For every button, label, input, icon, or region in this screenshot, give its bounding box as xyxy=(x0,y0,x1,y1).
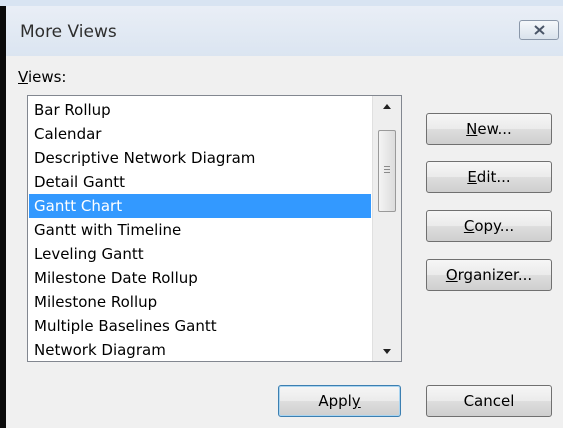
apply-button-mnemonic: y xyxy=(351,392,361,410)
list-item[interactable]: Leveling Gantt xyxy=(29,242,371,266)
copy-button[interactable]: Copy... xyxy=(426,210,552,242)
copy-button-label: opy... xyxy=(474,217,515,235)
list-item[interactable]: Milestone Date Rollup xyxy=(29,266,371,290)
edit-button[interactable]: Edit... xyxy=(426,161,552,193)
list-item[interactable]: Milestone Rollup xyxy=(29,290,371,314)
views-list[interactable]: Bar Rollup Calendar Descriptive Network Di… xyxy=(29,98,371,361)
views-listbox[interactable]: Bar Rollup Calendar Descriptive Network Di… xyxy=(27,95,402,362)
more-views-dialog: More Views Views: Bar Rollup Calendar Desc… xyxy=(6,6,563,428)
thumb-grip-line xyxy=(384,172,390,173)
list-item[interactable]: Calendar xyxy=(29,122,371,146)
close-button[interactable] xyxy=(519,20,559,40)
edit-button-mnemonic: E xyxy=(467,168,477,186)
apply-button-label: Appl xyxy=(318,392,352,410)
thumb-grip-line xyxy=(384,169,390,170)
list-item[interactable]: Network Diagram xyxy=(29,338,371,361)
title-bar[interactable]: More Views xyxy=(6,6,563,56)
arrow-up-icon xyxy=(383,104,391,109)
edit-button-label: dit... xyxy=(476,168,511,186)
new-button[interactable]: New... xyxy=(426,113,552,145)
scroll-down-button[interactable] xyxy=(373,341,401,361)
organizer-button[interactable]: Organizer... xyxy=(426,259,552,291)
list-item[interactable]: Multiple Baselines Gantt xyxy=(29,314,371,338)
copy-button-mnemonic: C xyxy=(463,217,475,235)
scroll-thumb[interactable] xyxy=(378,130,396,212)
views-label: Views: xyxy=(18,68,66,86)
views-scrollbar[interactable] xyxy=(372,96,401,361)
organizer-button-mnemonic: O xyxy=(445,266,458,284)
close-icon xyxy=(534,25,545,35)
views-label-text: iews: xyxy=(27,68,67,86)
list-item[interactable]: Bar Rollup xyxy=(29,98,371,122)
cancel-button-label: Cancel xyxy=(463,392,515,410)
scroll-up-button[interactable] xyxy=(373,96,401,116)
arrow-down-icon xyxy=(383,349,391,354)
apply-button[interactable]: Apply xyxy=(278,385,401,417)
dialog-title: More Views xyxy=(20,22,117,42)
new-button-label: ew... xyxy=(477,120,512,138)
list-item[interactable]: Gantt with Timeline xyxy=(29,218,371,242)
list-item[interactable]: Detail Gantt xyxy=(29,170,371,194)
new-button-mnemonic: N xyxy=(466,120,478,138)
views-label-mnemonic: V xyxy=(18,68,28,86)
cancel-button[interactable]: Cancel xyxy=(426,385,552,417)
organizer-button-label: rganizer... xyxy=(457,266,533,284)
thumb-grip-line xyxy=(384,166,390,167)
list-item-selected[interactable]: Gantt Chart xyxy=(29,194,371,218)
list-item[interactable]: Descriptive Network Diagram xyxy=(29,146,371,170)
